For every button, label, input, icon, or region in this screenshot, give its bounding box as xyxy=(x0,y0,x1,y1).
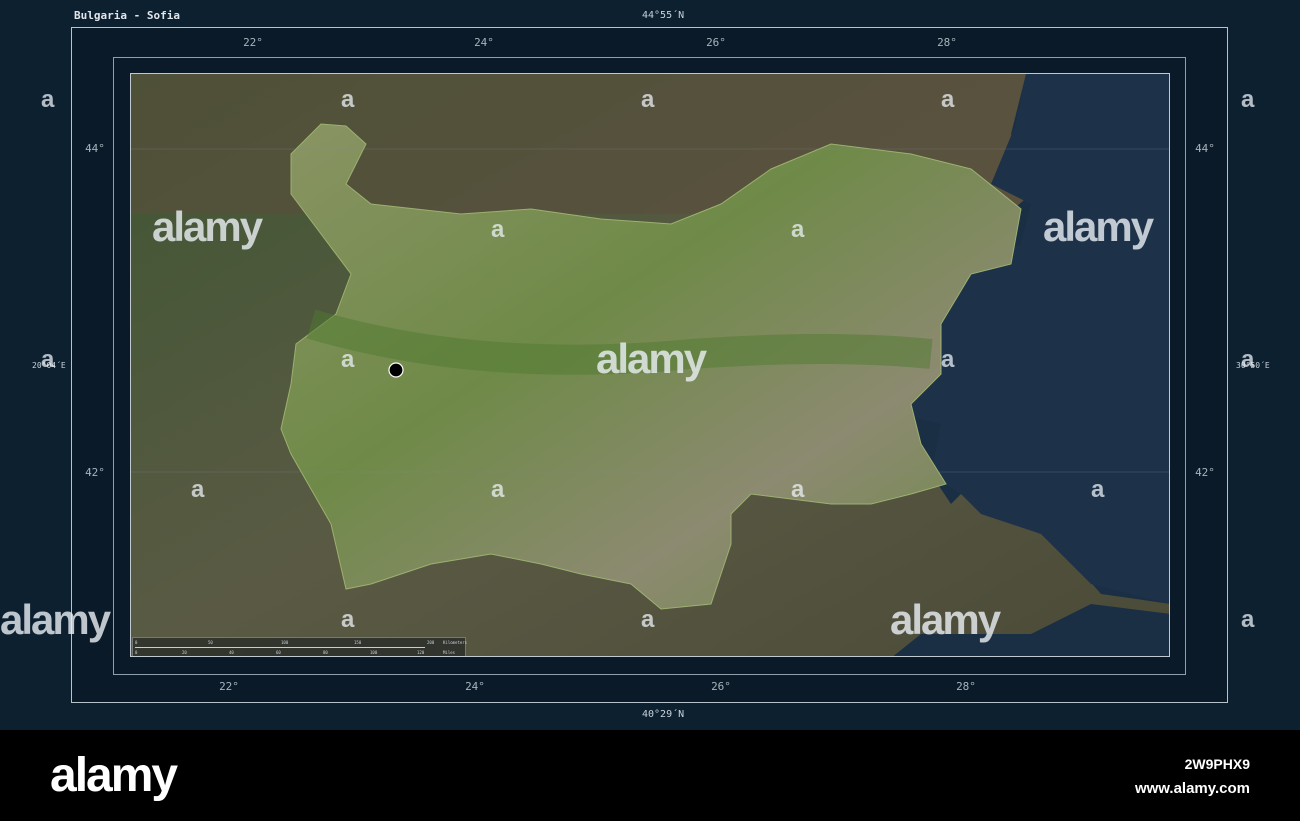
image-id: 2W9PHX9 xyxy=(1184,756,1250,772)
watermark: alamy xyxy=(1043,203,1154,250)
lat-tick-right: 44° xyxy=(1195,142,1215,155)
sofia-marker xyxy=(388,362,404,378)
watermark-glyph: a xyxy=(341,346,355,373)
lon-tick-top: 24° xyxy=(474,36,494,49)
scale-tick: 150 xyxy=(354,640,362,645)
map-title: Bulgaria - Sofia xyxy=(74,9,180,22)
watermark-glyph: a xyxy=(41,346,55,373)
watermark-glyph: a xyxy=(341,86,355,113)
scale-tick: 0 xyxy=(135,640,138,645)
lon-tick-bottom: 26° xyxy=(711,680,731,693)
lon-tick-top: 22° xyxy=(243,36,263,49)
watermark-glyph: a xyxy=(491,476,505,503)
watermark-glyph: a xyxy=(641,606,655,633)
scale-unit-km: Kilometers xyxy=(443,640,468,645)
scale-unit-mi: Miles xyxy=(443,650,456,655)
scale-tick: 0 xyxy=(135,650,138,655)
scale-tick: 60 xyxy=(276,650,281,655)
watermark: alamy xyxy=(890,596,1001,643)
scale-tick: 120 xyxy=(417,650,425,655)
scale-tick: 100 xyxy=(281,640,289,645)
lat-tick-left: 44° xyxy=(85,142,105,155)
watermark-glyph: a xyxy=(791,476,805,503)
watermark-glyph: a xyxy=(1091,476,1105,503)
lat-bottom-label: 40°29´N xyxy=(642,709,685,720)
scale-tick: 200 xyxy=(427,640,435,645)
lat-top-label: 44°55´N xyxy=(642,10,685,21)
lon-tick-bottom: 24° xyxy=(465,680,485,693)
lon-tick-bottom: 22° xyxy=(219,680,239,693)
footer-bar xyxy=(0,730,1300,821)
watermark-glyph: a xyxy=(941,86,955,113)
lon-tick-top: 28° xyxy=(937,36,957,49)
watermark-glyph: a xyxy=(791,216,805,243)
watermark-glyph: a xyxy=(1241,606,1255,633)
lat-tick-left: 42° xyxy=(85,466,105,479)
scale-tick: 50 xyxy=(208,640,213,645)
site-url: www.alamy.com xyxy=(1134,780,1250,797)
watermark-glyph: a xyxy=(491,216,505,243)
watermark-glyph: a xyxy=(941,346,955,373)
watermark-glyph: a xyxy=(641,86,655,113)
watermark-glyph: a xyxy=(191,476,205,503)
watermark: alamy xyxy=(0,596,111,643)
lon-tick-top: 26° xyxy=(706,36,726,49)
scale-tick: 100 xyxy=(370,650,378,655)
watermark-glyph: a xyxy=(1241,346,1255,373)
watermark-glyph: a xyxy=(41,86,55,113)
scale-tick: 40 xyxy=(229,650,234,655)
scale-bar: 0 50 100 150 200 Kilometers 0 20 40 60 8… xyxy=(132,637,468,656)
alamy-logo: alamy xyxy=(50,749,178,802)
watermark: alamy xyxy=(596,335,707,382)
scale-tick: 80 xyxy=(323,650,328,655)
lon-tick-bottom: 28° xyxy=(956,680,976,693)
scale-tick: 20 xyxy=(182,650,187,655)
lat-tick-right: 42° xyxy=(1195,466,1215,479)
watermark-glyph: a xyxy=(341,606,355,633)
watermark-glyph: a xyxy=(1241,86,1255,113)
watermark: alamy xyxy=(152,203,263,250)
